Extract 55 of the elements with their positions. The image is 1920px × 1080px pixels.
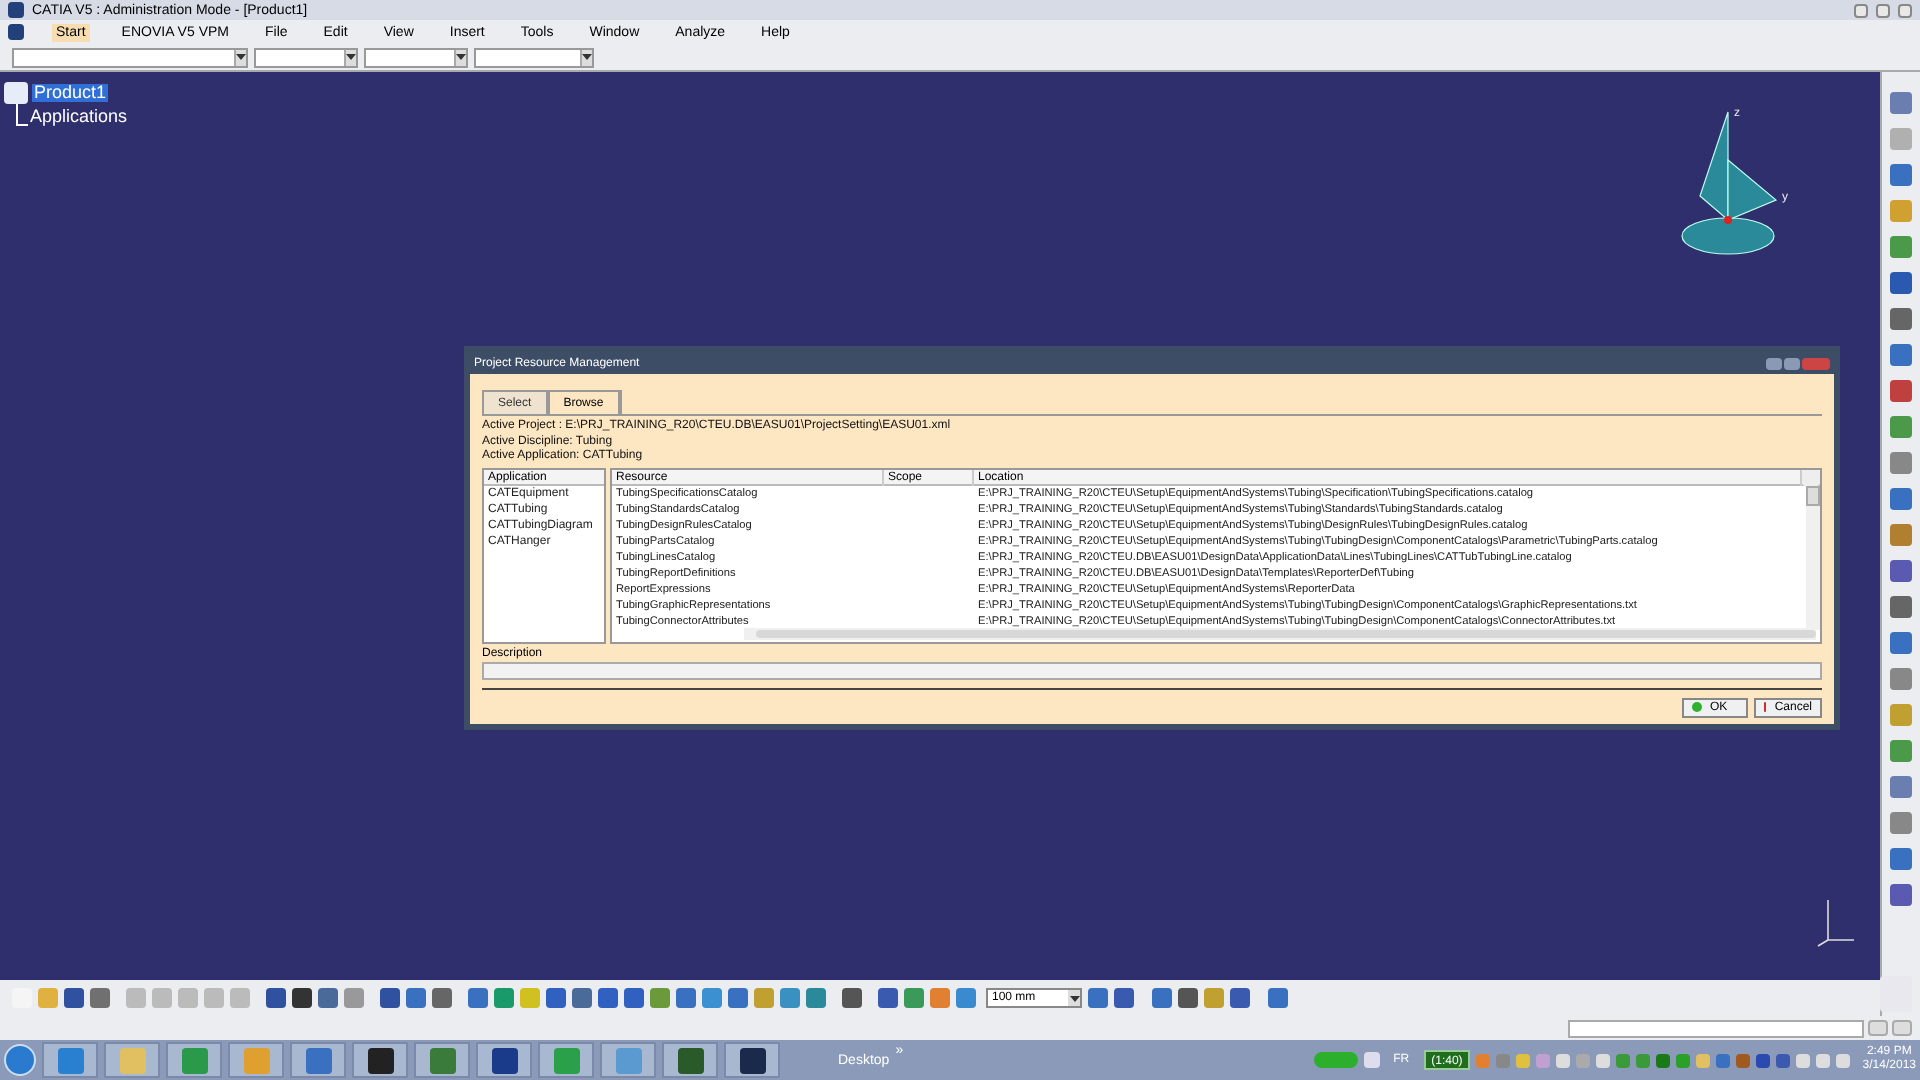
app-icon: [57, 1047, 83, 1073]
maximize-icon[interactable]: [1784, 357, 1800, 369]
horizontal-scrollbar[interactable]: [744, 627, 1816, 639]
app-icon: [615, 1047, 641, 1073]
maximize-icon[interactable]: [1876, 3, 1890, 17]
close-icon[interactable]: [1898, 3, 1912, 17]
tool-icon[interactable]: [1890, 380, 1912, 402]
app-icon: [739, 1047, 765, 1073]
axis-drawing: [1816, 896, 1856, 948]
network-icon: [1363, 1052, 1380, 1068]
vertical-scrollbar[interactable]: [1806, 485, 1820, 629]
dropdown-field[interactable]: [12, 47, 248, 67]
tool-icon[interactable]: [1890, 344, 1912, 366]
taskbar-button[interactable]: [662, 1042, 718, 1078]
minimize-icon[interactable]: [1766, 357, 1782, 369]
status-pill-icon: [1313, 1052, 1358, 1068]
app-icon: [181, 1047, 207, 1073]
tool-icon[interactable]: [1890, 848, 1912, 870]
tool-icon[interactable]: [1890, 164, 1912, 186]
app-icon: [367, 1047, 393, 1073]
tool-icon[interactable]: [1890, 884, 1912, 906]
app-icon: [243, 1047, 269, 1073]
description-field[interactable]: [482, 661, 1822, 679]
start-button[interactable]: [4, 1044, 36, 1076]
app-icon: [491, 1047, 517, 1073]
app-icon: [429, 1047, 455, 1073]
tool-icon[interactable]: [1890, 308, 1912, 330]
command-field[interactable]: [1568, 1019, 1864, 1037]
dropdown-arrow-icon[interactable]: [1068, 990, 1080, 1006]
close-icon[interactable]: [1802, 357, 1830, 369]
taskbar-button[interactable]: [352, 1042, 408, 1078]
ok-icon: [1692, 702, 1702, 712]
scroll-up-icon[interactable]: [1802, 469, 1820, 485]
dropdown-arrow-icon[interactable]: [344, 49, 356, 65]
app-icon: [553, 1047, 579, 1073]
dropdown-field[interactable]: [474, 47, 594, 67]
taskbar-button[interactable]: [476, 1042, 532, 1078]
dropdown-arrow-icon[interactable]: [234, 49, 246, 65]
tree-node[interactable]: Applications: [30, 108, 128, 126]
dropdown-arrow-icon[interactable]: [580, 49, 592, 65]
tool-icon[interactable]: [1890, 560, 1912, 582]
tool-icon[interactable]: [1890, 632, 1912, 654]
app-icon: [305, 1047, 331, 1073]
tool-icon[interactable]: [1890, 488, 1912, 510]
dropdown-arrow-icon[interactable]: [454, 49, 466, 65]
product-icon: [4, 82, 28, 104]
taskbar-button[interactable]: [724, 1042, 780, 1078]
dropdown-field[interactable]: [364, 47, 468, 67]
app-icon: [119, 1047, 145, 1073]
minimize-icon[interactable]: [1854, 3, 1868, 17]
tree-node[interactable]: Product1: [32, 84, 109, 102]
app-icon: [677, 1047, 703, 1073]
dropdown-field[interactable]: [254, 47, 358, 67]
tool-icon[interactable]: [1890, 596, 1912, 618]
tool-icon[interactable]: [1890, 272, 1912, 294]
